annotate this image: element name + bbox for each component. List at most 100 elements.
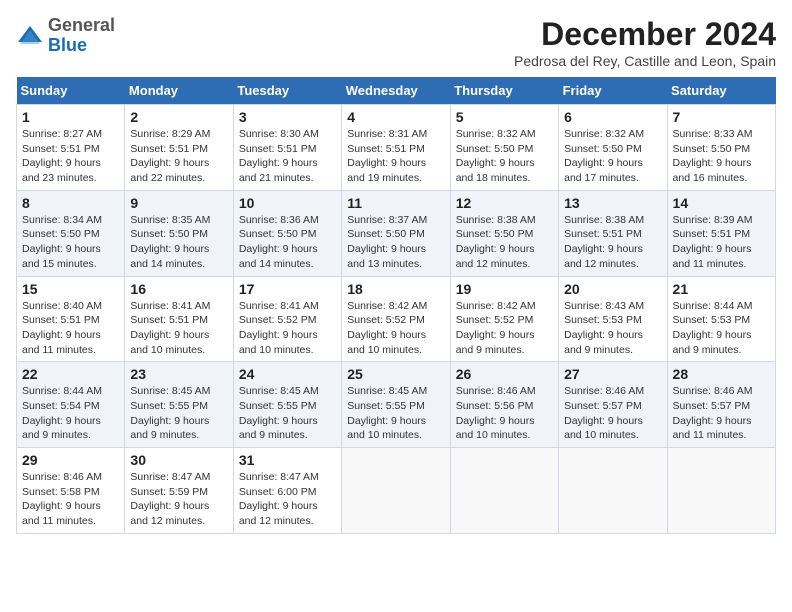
day-number: 14 [673,195,770,211]
day-number: 1 [22,109,119,125]
day-detail: Sunrise: 8:39 AM Sunset: 5:51 PM Dayligh… [673,213,770,272]
day-detail: Sunrise: 8:46 AM Sunset: 5:57 PM Dayligh… [673,384,770,443]
day-detail: Sunrise: 8:33 AM Sunset: 5:50 PM Dayligh… [673,127,770,186]
calendar-cell: 13 Sunrise: 8:38 AM Sunset: 5:51 PM Dayli… [559,190,667,276]
day-number: 3 [239,109,336,125]
calendar-cell: 10 Sunrise: 8:36 AM Sunset: 5:50 PM Dayli… [233,190,341,276]
calendar-cell: 29 Sunrise: 8:46 AM Sunset: 5:58 PM Dayli… [17,448,125,534]
day-number: 19 [456,281,553,297]
calendar-cell: 7 Sunrise: 8:33 AM Sunset: 5:50 PM Daylig… [667,105,775,191]
logo-blue: Blue [48,35,87,55]
logo: General Blue [16,16,115,56]
day-detail: Sunrise: 8:44 AM Sunset: 5:53 PM Dayligh… [673,299,770,358]
day-number: 23 [130,366,227,382]
day-number: 11 [347,195,444,211]
day-detail: Sunrise: 8:47 AM Sunset: 5:59 PM Dayligh… [130,470,227,529]
calendar-cell: 24Sunrise: 8:45 AM Sunset: 5:55 PM Dayli… [233,362,341,448]
day-number: 9 [130,195,227,211]
day-detail: Sunrise: 8:45 AM Sunset: 5:55 PM Dayligh… [239,384,336,443]
calendar-cell: 30 Sunrise: 8:47 AM Sunset: 5:59 PM Dayli… [125,448,233,534]
day-detail: Sunrise: 8:41 AM Sunset: 5:52 PM Dayligh… [239,299,336,358]
day-detail: Sunrise: 8:34 AM Sunset: 5:50 PM Dayligh… [22,213,119,272]
calendar-week-row: 8 Sunrise: 8:34 AM Sunset: 5:50 PM Daylig… [17,190,776,276]
calendar-cell: 23 Sunrise: 8:45 AM Sunset: 5:55 PM Dayli… [125,362,233,448]
day-number: 30 [130,452,227,468]
col-sunday: Sunday [17,77,125,105]
day-detail: Sunrise: 8:45 AM Sunset: 5:55 PM Dayligh… [130,384,227,443]
day-detail: Sunrise: 8:35 AM Sunset: 5:50 PM Dayligh… [130,213,227,272]
day-number: 16 [130,281,227,297]
calendar-week-row: 15Sunrise: 8:40 AM Sunset: 5:51 PM Dayli… [17,276,776,362]
day-number: 4 [347,109,444,125]
day-detail: Sunrise: 8:27 AM Sunset: 5:51 PM Dayligh… [22,127,119,186]
calendar-table: Sunday Monday Tuesday Wednesday Thursday… [16,77,776,534]
day-detail: Sunrise: 8:37 AM Sunset: 5:50 PM Dayligh… [347,213,444,272]
day-number: 7 [673,109,770,125]
page-header: General Blue December 2024 Pedrosa del R… [16,16,776,69]
calendar-cell: 28 Sunrise: 8:46 AM Sunset: 5:57 PM Dayli… [667,362,775,448]
calendar-cell: 2 Sunrise: 8:29 AM Sunset: 5:51 PM Daylig… [125,105,233,191]
calendar-cell: 5 Sunrise: 8:32 AM Sunset: 5:50 PM Daylig… [450,105,558,191]
day-number: 27 [564,366,661,382]
day-number: 10 [239,195,336,211]
calendar-week-row: 22Sunrise: 8:44 AM Sunset: 5:54 PM Dayli… [17,362,776,448]
day-number: 2 [130,109,227,125]
day-detail: Sunrise: 8:46 AM Sunset: 5:57 PM Dayligh… [564,384,661,443]
calendar-title: December 2024 [514,16,776,53]
day-detail: Sunrise: 8:42 AM Sunset: 5:52 PM Dayligh… [347,299,444,358]
day-number: 12 [456,195,553,211]
day-number: 17 [239,281,336,297]
calendar-cell: 6Sunrise: 8:32 AM Sunset: 5:50 PM Daylig… [559,105,667,191]
day-detail: Sunrise: 8:32 AM Sunset: 5:50 PM Dayligh… [456,127,553,186]
day-number: 8 [22,195,119,211]
day-number: 22 [22,366,119,382]
calendar-cell [342,448,450,534]
day-detail: Sunrise: 8:46 AM Sunset: 5:56 PM Dayligh… [456,384,553,443]
day-detail: Sunrise: 8:47 AM Sunset: 6:00 PM Dayligh… [239,470,336,529]
day-detail: Sunrise: 8:45 AM Sunset: 5:55 PM Dayligh… [347,384,444,443]
day-number: 29 [22,452,119,468]
calendar-cell: 4 Sunrise: 8:31 AM Sunset: 5:51 PM Daylig… [342,105,450,191]
col-saturday: Saturday [667,77,775,105]
day-detail: Sunrise: 8:46 AM Sunset: 5:58 PM Dayligh… [22,470,119,529]
day-detail: Sunrise: 8:36 AM Sunset: 5:50 PM Dayligh… [239,213,336,272]
calendar-cell: 17 Sunrise: 8:41 AM Sunset: 5:52 PM Dayli… [233,276,341,362]
calendar-cell: 3 Sunrise: 8:30 AM Sunset: 5:51 PM Daylig… [233,105,341,191]
calendar-cell: 20Sunrise: 8:43 AM Sunset: 5:53 PM Dayli… [559,276,667,362]
day-number: 6 [564,109,661,125]
day-detail: Sunrise: 8:41 AM Sunset: 5:51 PM Dayligh… [130,299,227,358]
day-detail: Sunrise: 8:38 AM Sunset: 5:51 PM Dayligh… [564,213,661,272]
calendar-cell: 21 Sunrise: 8:44 AM Sunset: 5:53 PM Dayli… [667,276,775,362]
calendar-cell: 27 Sunrise: 8:46 AM Sunset: 5:57 PM Dayli… [559,362,667,448]
calendar-cell: 14 Sunrise: 8:39 AM Sunset: 5:51 PM Dayli… [667,190,775,276]
day-detail: Sunrise: 8:31 AM Sunset: 5:51 PM Dayligh… [347,127,444,186]
calendar-cell: 25 Sunrise: 8:45 AM Sunset: 5:55 PM Dayli… [342,362,450,448]
day-number: 13 [564,195,661,211]
day-number: 18 [347,281,444,297]
day-number: 26 [456,366,553,382]
day-detail: Sunrise: 8:30 AM Sunset: 5:51 PM Dayligh… [239,127,336,186]
calendar-cell: 11 Sunrise: 8:37 AM Sunset: 5:50 PM Dayli… [342,190,450,276]
calendar-cell: 9 Sunrise: 8:35 AM Sunset: 5:50 PM Daylig… [125,190,233,276]
calendar-cell: 12Sunrise: 8:38 AM Sunset: 5:50 PM Dayli… [450,190,558,276]
logo-general: General [48,15,115,35]
calendar-cell: 1 Sunrise: 8:27 AM Sunset: 5:51 PM Daylig… [17,105,125,191]
day-number: 28 [673,366,770,382]
day-detail: Sunrise: 8:29 AM Sunset: 5:51 PM Dayligh… [130,127,227,186]
logo-text: General Blue [48,16,115,56]
calendar-cell: 22Sunrise: 8:44 AM Sunset: 5:54 PM Dayli… [17,362,125,448]
calendar-cell: 16 Sunrise: 8:41 AM Sunset: 5:51 PM Dayli… [125,276,233,362]
col-monday: Monday [125,77,233,105]
day-detail: Sunrise: 8:42 AM Sunset: 5:52 PM Dayligh… [456,299,553,358]
day-number: 21 [673,281,770,297]
day-number: 25 [347,366,444,382]
calendar-subtitle: Pedrosa del Rey, Castille and Leon, Spai… [514,53,776,69]
calendar-week-row: 29 Sunrise: 8:46 AM Sunset: 5:58 PM Dayli… [17,448,776,534]
calendar-cell: 15Sunrise: 8:40 AM Sunset: 5:51 PM Dayli… [17,276,125,362]
calendar-cell: 31Sunrise: 8:47 AM Sunset: 6:00 PM Dayli… [233,448,341,534]
title-block: December 2024 Pedrosa del Rey, Castille … [514,16,776,69]
day-number: 5 [456,109,553,125]
logo-icon [16,22,44,50]
calendar-cell [450,448,558,534]
header-row: Sunday Monday Tuesday Wednesday Thursday… [17,77,776,105]
